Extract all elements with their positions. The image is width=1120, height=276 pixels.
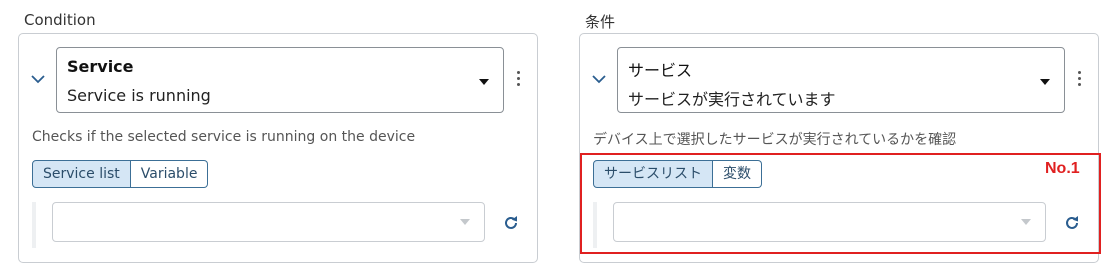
refresh-icon[interactable] [502,214,520,232]
condition-description: Checks if the selected service is runnin… [32,129,416,145]
kebab-menu-icon[interactable] [1074,71,1084,91]
source-toggle: Service list Variable [32,160,209,188]
annotation-highlight-box [580,153,1101,254]
chevron-down-icon[interactable] [590,72,608,86]
variable-button[interactable]: Variable [130,160,209,188]
service-dropdown[interactable] [52,202,485,242]
select-title: サービス [628,61,693,80]
condition-type-select[interactable]: サービス サービスが実行されています [617,47,1065,113]
kebab-menu-icon[interactable] [513,71,523,91]
service-list-button[interactable]: Service list [32,160,131,188]
caret-down-icon [479,79,489,85]
chevron-down-icon[interactable] [29,72,47,86]
select-title: Service [67,57,134,76]
annotation-label: No.1 [1045,160,1080,177]
caret-down-icon [460,219,470,225]
section-label: 条件 [585,13,616,31]
caret-down-icon [1040,79,1050,85]
condition-panel-en: Condition Service Service is running Che… [18,0,542,276]
condition-card: Service Service is running Checks if the… [18,33,538,263]
indent-bar [32,202,36,248]
section-label: Condition [24,11,96,29]
select-subtitle: サービスが実行されています [628,90,836,109]
select-subtitle: Service is running [67,86,211,105]
condition-description: デバイス上で選択したサービスが実行されているかを確認 [593,132,957,148]
condition-type-select[interactable]: Service Service is running [56,47,504,113]
